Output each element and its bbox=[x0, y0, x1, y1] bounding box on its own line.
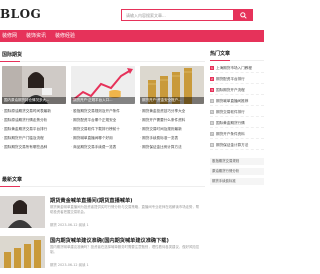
hot-article-item[interactable]: 1 上海期货市场入门教程 bbox=[210, 64, 264, 73]
site-header: BLOG 请输入内容搜索文章... bbox=[0, 0, 264, 30]
article-title[interactable]: 国内期货喊单建议准确(国内期货喊单建议准确下载) bbox=[50, 237, 169, 244]
hot-article-item[interactable]: 4 期货喊单直播间推荐 bbox=[210, 97, 264, 106]
hot-article-item[interactable]: 3 国际期货开户流程 bbox=[210, 86, 264, 95]
list-item[interactable]: 期货黄金投资技巧分享大全 bbox=[140, 107, 204, 115]
hot-article-label: 国际期货开户流程 bbox=[216, 88, 245, 92]
hot-article-label: 国际黄金期货行情 bbox=[216, 121, 245, 125]
sidebar-link-box[interactable]: 股指期货交易规则 bbox=[210, 158, 264, 165]
featured-card-2-caption: 期货开户·正规平台入口... bbox=[71, 97, 135, 104]
hot-article-label: 期货喊单直播间推荐 bbox=[216, 99, 249, 103]
section-title-latest: 最新文章 bbox=[2, 177, 23, 183]
rank-badge: 2 bbox=[210, 77, 214, 81]
rank-badge: 7 bbox=[210, 132, 214, 136]
sidebar-link-box[interactable]: 期货手续费标准 bbox=[210, 178, 264, 185]
article-meta: 期货 2023-06-12 阅读 1 bbox=[50, 223, 89, 227]
search-button[interactable] bbox=[234, 9, 253, 21]
section-accent bbox=[0, 186, 20, 187]
section-accent bbox=[0, 61, 20, 62]
list-item[interactable]: 国际黄金期货交易平台排行 bbox=[2, 125, 68, 133]
hot-article-item[interactable]: 7 期货开户条件资料 bbox=[210, 130, 264, 139]
article-item[interactable]: 国内期货喊单建议准确(国内期货喊单建议准确下载) 国内期货喊单建议准确吗？投资者… bbox=[0, 236, 205, 274]
article-title[interactable]: 期货黄金喊单直播间(期货直播喊单) bbox=[50, 197, 133, 204]
hot-article-item[interactable]: 5 期货交易软件排行 bbox=[210, 108, 264, 117]
sidebar-link-box[interactable]: 原油期货行情分析 bbox=[210, 168, 264, 175]
article-meta: 期货 2023-06-12 阅读 1 bbox=[50, 263, 89, 267]
hot-article-label: 期货开户条件资料 bbox=[216, 132, 245, 136]
list-item[interactable]: 期货喊单直播间哪个好用 bbox=[71, 134, 137, 142]
rank-badge: 8 bbox=[210, 143, 214, 147]
article-excerpt: 期货黄金喊单直播间为投资者提供实时行情分析与交易策略，直播间专业老师在线解读市场… bbox=[50, 205, 200, 214]
search-icon bbox=[240, 11, 247, 19]
rank-badge: 5 bbox=[210, 110, 214, 114]
list-item[interactable]: 期货保证金比例计算方法 bbox=[140, 143, 204, 151]
hot-article-label: 期货配资平台排行 bbox=[216, 77, 245, 81]
article-thumbnail-image bbox=[0, 196, 45, 228]
nav-item-experience[interactable]: 装修经验 bbox=[55, 30, 75, 42]
sidebar-accent bbox=[210, 60, 230, 61]
hot-article-label: 期货保证金计算方法 bbox=[216, 143, 249, 147]
list-item[interactable]: 期货交易软件下载排行榜前十 bbox=[71, 125, 137, 133]
featured-card-3-caption: 期货开户·资金安全账户... bbox=[140, 97, 204, 104]
list-item[interactable]: 国际原油期货行情走势分析 bbox=[2, 116, 68, 124]
rank-badge: 1 bbox=[210, 66, 214, 70]
list-item[interactable]: 期货手续费标准一览表 bbox=[140, 134, 204, 142]
hot-article-item[interactable]: 8 期货保证金计算方法 bbox=[210, 141, 264, 150]
site-logo[interactable]: BLOG bbox=[0, 7, 41, 21]
section-divider bbox=[0, 61, 205, 62]
list-item[interactable]: 股指期货交易规则及开户条件 bbox=[71, 107, 137, 115]
article-excerpt: 国内期货喊单建议准确吗？投资者在选择喊单服务时需要注意甄别，理性看待各类建议，做… bbox=[50, 245, 200, 254]
nav-item-home[interactable]: 装修网 bbox=[2, 30, 17, 42]
list-item[interactable]: 国际期货交易所有哪些品种 bbox=[2, 143, 68, 151]
article-thumbnail[interactable] bbox=[0, 196, 45, 228]
list-item[interactable]: 国际期货开户门槛及流程 bbox=[2, 134, 68, 142]
featured-card-3[interactable]: 期货开户·资金安全账户... bbox=[140, 66, 204, 104]
list-item[interactable]: 期货交易时间及规则最新 bbox=[140, 125, 204, 133]
hot-article-item[interactable]: 6 国际黄金期货行情 bbox=[210, 119, 264, 128]
rank-badge: 3 bbox=[210, 88, 214, 92]
rank-badge: 6 bbox=[210, 121, 214, 125]
hot-article-label: 期货交易软件排行 bbox=[216, 110, 245, 114]
sidebar-title-hot: 热门文章 bbox=[210, 51, 231, 57]
featured-card-1[interactable]: 国内原油期货持仓情况多大... bbox=[2, 66, 66, 104]
section-divider bbox=[0, 186, 205, 187]
featured-card-2[interactable]: 期货开户·正规平台入口... bbox=[71, 66, 135, 104]
hot-article-label: 上海期货市场入门教程 bbox=[216, 66, 252, 70]
rank-badge: 4 bbox=[210, 99, 214, 103]
featured-card-1-caption: 国内原油期货持仓情况多大... bbox=[2, 97, 66, 104]
nav-item-news[interactable]: 装饰资讯 bbox=[26, 30, 46, 42]
list-item[interactable]: 期货配资平台哪个正规安全 bbox=[71, 116, 137, 124]
search-input[interactable]: 请输入内容搜索文章... bbox=[121, 9, 234, 21]
list-item[interactable]: 期货开户需要什么条件资料 bbox=[140, 116, 204, 124]
section-title-featured: 国际期货 bbox=[2, 52, 23, 58]
main-nav: 装修网 装饰资讯 装修经验 bbox=[0, 30, 264, 42]
article-thumbnail[interactable] bbox=[0, 236, 45, 268]
hot-article-item[interactable]: 2 期货配资平台排行 bbox=[210, 75, 264, 84]
list-item[interactable]: 国际原油期货交易时间表最新 bbox=[2, 107, 68, 115]
list-item[interactable]: 商品期货交易手续费一览表 bbox=[71, 143, 137, 151]
article-item[interactable]: 期货黄金喊单直播间(期货直播喊单) 期货黄金喊单直播间为投资者提供实时行情分析与… bbox=[0, 196, 205, 234]
article-thumbnail-image bbox=[0, 236, 45, 268]
